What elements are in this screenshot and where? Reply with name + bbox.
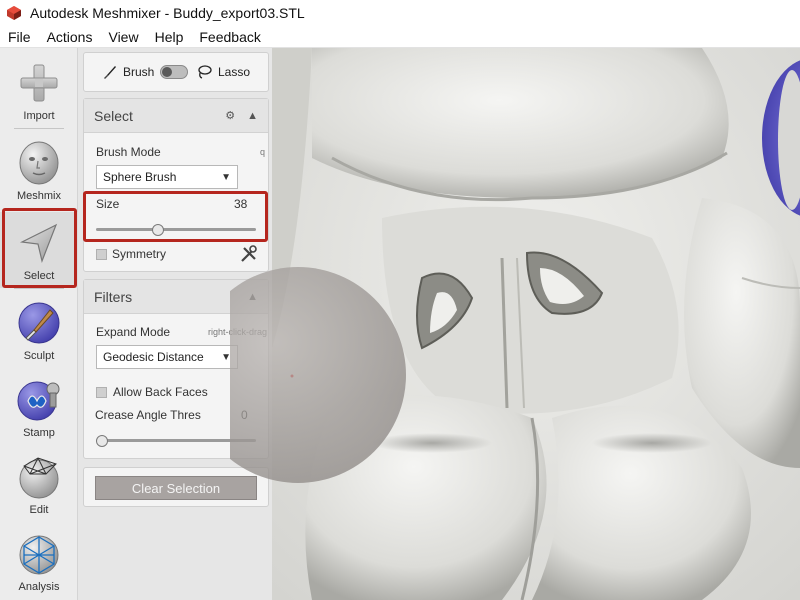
tool-sidebar: Import Meshmix Select Sculpt Stamp Edit … (0, 48, 78, 600)
tool-label: Meshmix (16, 190, 61, 202)
size-slider[interactable] (96, 228, 256, 231)
tool-label: Stamp (23, 427, 55, 439)
head-icon (19, 141, 59, 185)
size-value: 38 (234, 197, 248, 211)
tool-select[interactable]: Select (0, 212, 78, 288)
lasso-icon (198, 65, 212, 79)
tool-meshmix[interactable]: Meshmix (0, 132, 78, 208)
expand-mode-dropdown[interactable]: Geodesic Distance ▼ (96, 345, 238, 369)
tool-analysis[interactable]: Analysis (0, 523, 78, 599)
menu-help[interactable]: Help (147, 29, 192, 45)
tool-stamp[interactable]: Stamp (0, 369, 78, 445)
selection-mode-bar: Brush Lasso (83, 52, 269, 92)
tool-sculpt[interactable]: Sculpt (0, 292, 78, 368)
chevron-down-icon: ▼ (221, 351, 231, 363)
tool-label: Import (23, 110, 55, 122)
panel-title: Select (94, 107, 133, 124)
tool-label: Sculpt (23, 350, 55, 362)
brush-icon (18, 302, 60, 344)
brush-icon (104, 66, 116, 79)
expand-mode-value: Geodesic Distance (103, 350, 204, 364)
select-panel: Select ⚙ ▲ Brush Mode q Sphere Brush ▼ S… (83, 98, 269, 272)
mesh-render (272, 48, 800, 600)
brush-mode-value: Sphere Brush (103, 170, 177, 184)
arrow-cursor-icon (19, 223, 58, 264)
allow-back-faces-label: Allow Back Faces (113, 385, 208, 399)
panel-title: Filters (94, 288, 133, 305)
window-title: Autodesk Meshmixer - Buddy_export03.STL (30, 5, 305, 21)
menu-view[interactable]: View (100, 29, 146, 45)
tool-edit[interactable]: Edit (0, 446, 78, 522)
select-panel-header[interactable]: Select ⚙ ▲ (84, 99, 268, 133)
title-bar: Autodesk Meshmixer - Buddy_export03.STL (0, 0, 800, 26)
toolbar-divider (14, 208, 64, 209)
tool-label: Edit (29, 504, 49, 516)
filters-panel-header[interactable]: Filters ▲ (84, 280, 268, 314)
tool-label: Select (23, 270, 55, 282)
3d-viewport[interactable] (272, 48, 800, 600)
brush-mode-hotkey: q (260, 147, 266, 157)
toggle-knob (162, 67, 172, 77)
lasso-mode-label[interactable]: Lasso (218, 65, 250, 79)
clear-selection-button[interactable]: Clear Selection (95, 476, 257, 500)
toolbar-divider (14, 128, 64, 129)
tools-icon[interactable] (240, 245, 258, 263)
stamp-icon (17, 381, 60, 421)
clear-selection-panel: Clear Selection (83, 467, 269, 507)
plus-icon (20, 64, 58, 102)
expand-mode-label: Expand Mode (96, 325, 171, 339)
size-label: Size (96, 197, 120, 211)
menu-feedback[interactable]: Feedback (191, 29, 268, 45)
size-slider-thumb[interactable] (152, 224, 164, 236)
symmetry-checkbox[interactable] (96, 249, 107, 260)
brush-mode-label: Brush Mode (96, 145, 161, 159)
meshmixer-logo-icon (7, 6, 21, 20)
brush-mode-label[interactable]: Brush (123, 65, 154, 79)
tool-label: Analysis (18, 581, 60, 593)
menu-actions[interactable]: Actions (39, 29, 101, 45)
crease-angle-label: Crease Angle Thres (95, 408, 201, 422)
brush-lasso-toggle[interactable] (160, 65, 188, 79)
mesh-analysis-icon (19, 535, 59, 575)
filters-panel: Filters ▲ Expand Mode right-click-drag G… (83, 279, 269, 459)
expand-mode-hint: right-click-drag (208, 327, 268, 337)
crease-angle-slider[interactable] (96, 439, 256, 442)
crease-angle-value: 0 (241, 408, 248, 422)
allow-back-faces-checkbox[interactable] (96, 387, 107, 398)
wireframe-icon (19, 457, 59, 499)
chevron-down-icon: ▼ (221, 171, 231, 183)
crease-angle-slider-thumb[interactable] (96, 435, 108, 447)
collapse-icon[interactable]: ▲ (247, 110, 258, 122)
tool-import[interactable]: Import (0, 52, 78, 128)
menu-file[interactable]: File (0, 29, 39, 45)
symmetry-label: Symmetry (112, 247, 166, 261)
brush-mode-dropdown[interactable]: Sphere Brush ▼ (96, 165, 238, 189)
toolbar-divider (14, 288, 64, 289)
gear-icon[interactable]: ⚙ (225, 109, 235, 122)
collapse-icon[interactable]: ▲ (247, 291, 258, 303)
menu-bar: File Actions View Help Feedback (0, 26, 800, 48)
